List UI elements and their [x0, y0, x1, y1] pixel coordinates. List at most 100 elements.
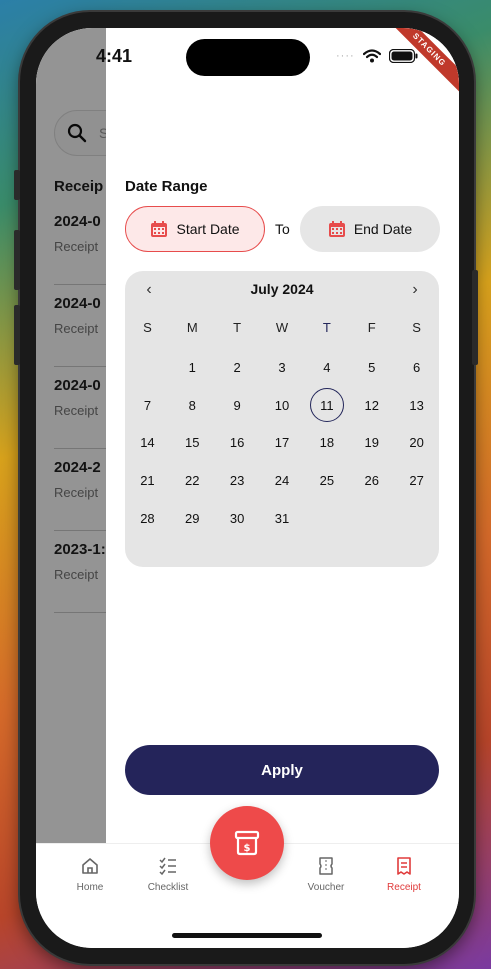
tab-home[interactable]: Home	[50, 856, 130, 893]
calendar-day[interactable]: 2	[215, 349, 260, 387]
calendar-day-number: 16	[229, 435, 245, 451]
wifi-icon	[362, 49, 381, 63]
calendar-day[interactable]: 6	[394, 349, 439, 387]
calendar-day-number: 1	[188, 360, 196, 376]
tab-receipt-label: Receipt	[387, 882, 421, 893]
calendar-day[interactable]: 14	[125, 424, 170, 462]
calendar-day[interactable]: 12	[349, 387, 394, 425]
volume-up-button	[14, 230, 20, 290]
weekday-label: S	[143, 319, 152, 335]
calendar-day[interactable]: 5	[349, 349, 394, 387]
home-indicator	[172, 933, 322, 938]
tab-home-label: Home	[76, 882, 104, 893]
cash-box-icon: $	[234, 830, 260, 856]
svg-text:$: $	[244, 843, 251, 854]
calendar-day[interactable]: 30	[215, 499, 260, 537]
calendar-day-number: 26	[364, 473, 379, 489]
calendar-day-number: 11	[309, 388, 344, 423]
next-month-button[interactable]: ›	[403, 281, 427, 299]
calendar-header: ‹ July 2024 ›	[125, 281, 439, 301]
calendar-day-number: 8	[188, 397, 196, 413]
power-button	[472, 270, 478, 365]
weekday-label: T	[233, 319, 242, 335]
signal-dots-icon: ····	[336, 50, 355, 62]
calendar-day[interactable]: 7	[125, 387, 170, 425]
calendar-day[interactable]: 9	[215, 387, 260, 425]
calendar-day[interactable]: 31	[260, 499, 305, 537]
calendar-day-number: 7	[143, 397, 152, 413]
calendar-day[interactable]: 22	[170, 462, 215, 500]
calendar-day-number: 3	[278, 360, 286, 376]
calendar-day[interactable]: 16	[215, 424, 260, 462]
to-label: To	[275, 221, 290, 237]
weekday-label: T	[322, 319, 331, 335]
calendar-day-number: 19	[364, 435, 379, 451]
calendar-day[interactable]: 18	[304, 424, 349, 462]
calendar-day-number: 15	[185, 435, 200, 451]
calendar-day-number: 25	[319, 473, 335, 489]
screen: S Receip 2024-0 Receipt 2024-0 Receipt 2…	[36, 28, 459, 948]
date-range-title: Date Range	[125, 178, 208, 195]
calendar-day-number: 6	[412, 360, 421, 376]
calendar-icon	[328, 221, 345, 237]
calendar-day-number: 12	[364, 397, 379, 413]
calendar-day[interactable]: 29	[170, 499, 215, 537]
calendar-day-number: 2	[233, 360, 241, 376]
calendar-day[interactable]: 4	[304, 349, 349, 387]
calendar-day-number: 23	[229, 473, 245, 489]
calendar-day-today[interactable]: 11	[304, 387, 349, 425]
tab-receipt[interactable]: Receipt	[364, 856, 444, 893]
start-date-button[interactable]: Start Date	[125, 206, 265, 252]
calendar-day[interactable]: 25	[304, 462, 349, 500]
end-date-button[interactable]: End Date	[300, 206, 440, 252]
calendar-day[interactable]: 17	[260, 424, 305, 462]
calendar-empty-cell	[125, 349, 170, 387]
calendar-day[interactable]: 10	[260, 387, 305, 425]
weekday-label: W	[275, 319, 289, 335]
mute-switch	[14, 170, 20, 200]
start-date-label: Start Date	[176, 221, 240, 237]
calendar-day-number: 10	[274, 397, 290, 413]
calendar-day-number: 30	[229, 510, 245, 526]
tab-checklist-label: Checklist	[147, 882, 189, 893]
tab-voucher[interactable]: Voucher	[286, 856, 366, 893]
weekday-label: S	[412, 319, 421, 335]
apply-button[interactable]: Apply	[125, 745, 439, 795]
calendar-day-number: 9	[233, 397, 241, 413]
home-icon	[82, 858, 98, 874]
calendar-day[interactable]: 3	[260, 349, 305, 387]
calendar-day-number: 22	[185, 473, 200, 489]
calendar-day[interactable]: 8	[170, 387, 215, 425]
calendar-day-number: 27	[409, 473, 424, 489]
calendar-month: July 2024	[250, 281, 314, 297]
calendar-day[interactable]: 26	[349, 462, 394, 500]
battery-icon	[388, 49, 418, 63]
weekday-row: SMTWTFS	[125, 315, 439, 349]
calendar-empty-cell	[304, 499, 349, 537]
calendar-day[interactable]: 13	[394, 387, 439, 425]
calendar-day[interactable]: 1	[170, 349, 215, 387]
calendar-day-number: 29	[185, 510, 200, 526]
status-icons: ····	[336, 46, 419, 66]
calendar-day[interactable]: 19	[349, 424, 394, 462]
calendar-icon	[151, 221, 168, 237]
end-date-label: End Date	[353, 221, 413, 237]
calendar-day-number: 28	[140, 510, 155, 526]
calendar-empty-cell	[349, 499, 394, 537]
calendar-day[interactable]: 20	[394, 424, 439, 462]
tab-checklist[interactable]: Checklist	[128, 856, 208, 893]
calendar-day[interactable]: 23	[215, 462, 260, 500]
calendar-day[interactable]: 15	[170, 424, 215, 462]
calendar-week: 7 8 9 10 11 12 13	[125, 387, 439, 425]
calendar-day-number: 17	[274, 435, 290, 451]
calendar-day-number: 4	[323, 360, 331, 376]
receipt-icon	[397, 857, 411, 875]
modal-scrim[interactable]	[36, 28, 106, 848]
calendar-day[interactable]: 24	[260, 462, 305, 500]
calendar-day[interactable]: 27	[394, 462, 439, 500]
calendar-day[interactable]: 21	[125, 462, 170, 500]
calendar-week: 1 2 3 4 5 6	[125, 349, 439, 387]
scan-receipt-fab[interactable]: $	[210, 806, 284, 880]
calendar-day[interactable]: 28	[125, 499, 170, 537]
calendar-day-number: 18	[319, 435, 335, 451]
